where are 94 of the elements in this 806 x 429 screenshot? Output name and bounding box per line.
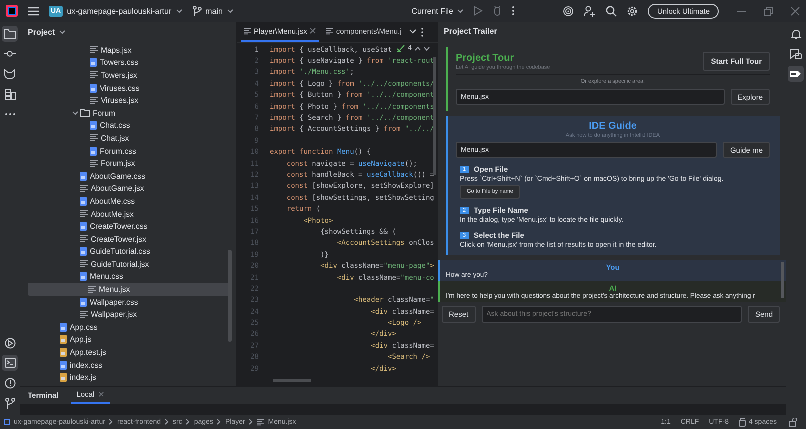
caret-icon bbox=[457, 8, 464, 14]
folder-icon bbox=[4, 29, 16, 39]
project-name: ux-gamepage-paulouski-artur bbox=[67, 6, 172, 16]
chevron-icon[interactable] bbox=[408, 29, 417, 35]
scrollbar-thumb[interactable] bbox=[273, 379, 311, 382]
more-icon[interactable] bbox=[512, 6, 516, 16]
folder-icon bbox=[80, 109, 90, 118]
branch-icon bbox=[192, 6, 202, 16]
file-lines-icon bbox=[257, 418, 264, 426]
caret-icon bbox=[226, 8, 234, 14]
css-file-icon bbox=[80, 298, 87, 307]
file-lines-icon bbox=[80, 310, 88, 319]
caret-icon[interactable] bbox=[59, 30, 66, 34]
js-file-icon bbox=[60, 335, 67, 344]
terminal-icon bbox=[4, 358, 16, 368]
debug-icon[interactable] bbox=[493, 6, 502, 16]
branch-name: main bbox=[206, 6, 223, 16]
chevron-right-icon bbox=[249, 419, 254, 425]
css-file-icon bbox=[80, 272, 87, 282]
js-file-icon bbox=[60, 373, 67, 382]
restore-icon[interactable] bbox=[764, 6, 773, 16]
file-lines-icon bbox=[90, 96, 98, 105]
run-tool-button[interactable] bbox=[2, 335, 18, 351]
chat-icon bbox=[790, 48, 802, 60]
chevron-up-icon[interactable] bbox=[415, 46, 421, 50]
tag-icon bbox=[790, 70, 802, 78]
structure-tool-button[interactable] bbox=[2, 86, 18, 102]
cat-tool-button[interactable] bbox=[2, 66, 18, 82]
css-file-icon bbox=[90, 84, 97, 93]
chevron-down-icon[interactable] bbox=[424, 46, 430, 50]
more-icon bbox=[4, 112, 16, 116]
file-lines-icon bbox=[326, 28, 334, 34]
project-panel-title[interactable]: Project bbox=[28, 28, 56, 36]
card-title: Project Tour bbox=[456, 52, 516, 64]
card-title: IDE Guide bbox=[588, 121, 638, 132]
indent-icon bbox=[738, 418, 747, 426]
folder-tool-button[interactable] bbox=[2, 26, 18, 42]
run-config-name: Current File bbox=[412, 6, 454, 16]
warning-icon bbox=[4, 378, 16, 388]
chevron-right-icon bbox=[186, 419, 190, 425]
file-lines-icon bbox=[80, 260, 88, 268]
chevron-right-icon bbox=[165, 419, 170, 425]
scrollbar-thumb[interactable] bbox=[433, 57, 436, 175]
run-icon bbox=[4, 338, 16, 348]
css-file-icon bbox=[80, 222, 87, 232]
file-lines-icon bbox=[90, 46, 98, 54]
file-lines-icon bbox=[90, 71, 98, 80]
branch-icon bbox=[4, 398, 16, 408]
css-file-icon bbox=[60, 322, 67, 332]
file-lines-icon bbox=[90, 160, 98, 168]
chevron-right-icon bbox=[217, 419, 222, 425]
search-icon[interactable] bbox=[606, 6, 618, 16]
js-file-icon bbox=[60, 348, 67, 358]
structure-icon bbox=[4, 88, 16, 100]
spiral-icon[interactable] bbox=[563, 6, 574, 16]
file-lines-icon bbox=[80, 235, 88, 244]
close-icon[interactable] bbox=[791, 6, 800, 16]
file-lines-icon bbox=[88, 286, 96, 294]
run-config-selector[interactable]: Current File bbox=[412, 6, 464, 16]
file-lines-icon bbox=[244, 28, 251, 34]
css-file-icon bbox=[90, 58, 97, 68]
chevron-icon[interactable] bbox=[72, 110, 78, 117]
bell-icon bbox=[790, 28, 802, 40]
terminal-tool-button[interactable] bbox=[2, 355, 18, 371]
app-logo-icon[interactable] bbox=[6, 5, 18, 17]
chevron-right-icon bbox=[109, 419, 114, 425]
menu-icon[interactable] bbox=[28, 6, 39, 16]
add-user-icon[interactable] bbox=[584, 6, 596, 16]
file-lines-icon bbox=[80, 184, 88, 193]
module-icon bbox=[4, 419, 10, 425]
close-icon[interactable] bbox=[310, 28, 316, 34]
css-file-icon bbox=[80, 172, 87, 181]
more-icon[interactable] bbox=[420, 28, 424, 36]
run-icon[interactable] bbox=[474, 6, 484, 16]
branch-selector[interactable]: main bbox=[192, 6, 234, 16]
lock-icon[interactable] bbox=[789, 418, 798, 426]
settings-icon[interactable] bbox=[627, 6, 638, 16]
panel-title: Project Trailer bbox=[443, 26, 498, 38]
caret-icon bbox=[176, 8, 183, 14]
check-icon bbox=[397, 45, 406, 52]
css-file-icon bbox=[60, 360, 67, 370]
css-file-icon bbox=[80, 247, 87, 256]
file-lines-icon bbox=[80, 210, 88, 218]
css-file-icon bbox=[90, 146, 97, 156]
commit-icon bbox=[4, 50, 16, 58]
scrollbar-thumb[interactable] bbox=[228, 250, 232, 342]
css-file-icon bbox=[90, 121, 97, 130]
css-file-icon bbox=[80, 196, 87, 206]
problems-tool-button[interactable] bbox=[2, 375, 18, 391]
plugin-tool-button[interactable] bbox=[788, 66, 804, 82]
cat-icon bbox=[4, 68, 16, 80]
file-lines-icon bbox=[90, 134, 98, 142]
close-icon[interactable] bbox=[98, 392, 104, 397]
scrollbar-thumb[interactable] bbox=[781, 262, 784, 298]
